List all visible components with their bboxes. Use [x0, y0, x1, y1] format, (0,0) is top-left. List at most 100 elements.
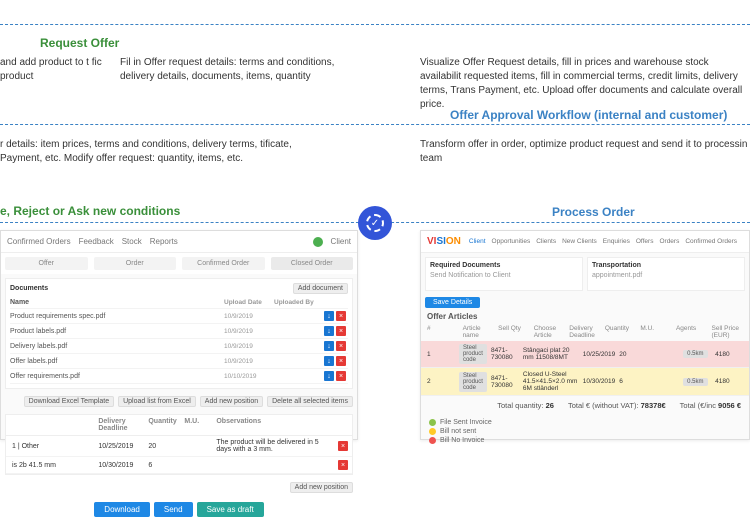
desc-transform: Transform offer in order, optimize produ…: [420, 138, 750, 166]
total-novat-label: Total € (without VAT):: [568, 401, 639, 410]
nav-stock[interactable]: Stock: [122, 237, 142, 246]
table-row: Product labels.pdf10/9/2019↓×: [10, 324, 348, 339]
cell: The product will be delivered in 5 days …: [214, 438, 336, 454]
table-row: Product requirements spec.pdf10/9/2019↓×: [10, 309, 348, 324]
cell: [182, 445, 214, 447]
section-title-approve-reject: e, Reject or Ask new conditions: [0, 204, 180, 218]
add-document-button[interactable]: Add document: [293, 283, 348, 294]
toolbar-button[interactable]: Download Excel Template: [24, 396, 114, 407]
download-icon[interactable]: ↓: [324, 326, 334, 336]
table-row: Delivery labels.pdf10/9/2019↓×: [10, 339, 348, 354]
toolbar-button[interactable]: Add new position: [200, 396, 263, 407]
cell: 1: [427, 351, 455, 358]
cell: 0.5km: [683, 350, 711, 358]
delete-icon[interactable]: ×: [338, 460, 348, 470]
positions-table: Delivery Deadline Quantity M.U. Observat…: [5, 414, 353, 475]
nav-item[interactable]: Confirmed Orders: [685, 238, 737, 245]
col-blank: [10, 417, 96, 433]
cell: 1 | Other: [10, 442, 96, 451]
cell: 10/25/2019: [96, 442, 146, 451]
save-details-button[interactable]: Save Details: [425, 297, 480, 308]
transportation-card: Transportation appointment.pdf: [587, 257, 745, 291]
desc-details: r details: item prices, terms and condit…: [0, 138, 300, 166]
doc-date: 10/9/2019: [224, 358, 270, 365]
desc-offer-request: Fil in Offer request details: terms and …: [120, 56, 350, 84]
delete-icon[interactable]: ×: [336, 326, 346, 336]
col-upload-date: Upload Date: [224, 299, 270, 306]
cell: 6: [619, 378, 647, 385]
legend-item: File Sent Invoice: [440, 419, 492, 426]
card-title: Required Documents: [430, 262, 500, 269]
nav-item[interactable]: Enquiries: [603, 238, 630, 245]
nav-item[interactable]: Offers: [636, 238, 654, 245]
nav-confirmed-orders[interactable]: Confirmed Orders: [7, 237, 71, 246]
cell: 10/25/2019: [583, 351, 616, 358]
dot-yellow-icon: [429, 428, 436, 435]
delete-icon[interactable]: ×: [336, 356, 346, 366]
doc-name: Offer requirements.pdf: [10, 373, 220, 380]
tab-offer[interactable]: Offer: [5, 257, 88, 270]
cell: 20: [146, 442, 182, 451]
cell: Steel product code: [459, 344, 487, 364]
legend: File Sent Invoice Bill not sent Bill No …: [421, 415, 749, 450]
screenshot-process-order: VISION ClientOpportunitiesClientsNew Cli…: [420, 230, 750, 440]
delete-icon[interactable]: ×: [338, 441, 348, 451]
client-label[interactable]: Client: [331, 237, 351, 246]
desc-add-product: and add product to t fic product: [0, 56, 105, 84]
cell: 20: [619, 351, 647, 358]
col-header: Article name: [463, 325, 495, 339]
toolbar-button[interactable]: Delete all selected items: [267, 396, 353, 407]
col-uploaded-by: Uploaded By: [274, 299, 320, 306]
tab-closed-order[interactable]: Closed Order: [271, 257, 354, 270]
doc-name: Product labels.pdf: [10, 328, 220, 335]
nav-feedback[interactable]: Feedback: [79, 237, 114, 246]
download-icon[interactable]: ↓: [324, 371, 334, 381]
nav-reports[interactable]: Reports: [150, 237, 178, 246]
col-header: #: [427, 325, 459, 339]
send-button[interactable]: Send: [154, 502, 193, 517]
add-position-button[interactable]: Add new position: [290, 482, 353, 493]
cell: 0.5km: [683, 378, 711, 386]
article-row: 2Steel product code8471-730080Closed U-S…: [421, 368, 749, 396]
cell: 4180: [715, 378, 743, 385]
download-icon[interactable]: ↓: [324, 341, 334, 351]
cell: Steel product code: [459, 372, 487, 392]
status-dot-icon: [313, 237, 323, 247]
required-documents-card: Required Documents Send Notification to …: [425, 257, 583, 291]
delete-icon[interactable]: ×: [336, 311, 346, 321]
col-quantity: Quantity: [146, 417, 182, 433]
cell: 10/30/2019: [583, 378, 616, 385]
dot-red-icon: [429, 437, 436, 444]
cell: 2: [427, 378, 455, 385]
doc-name: Offer labels.pdf: [10, 358, 220, 365]
delete-icon[interactable]: ×: [336, 371, 346, 381]
download-icon[interactable]: ↓: [324, 356, 334, 366]
workflow-badge: ✓: [358, 206, 392, 240]
card-subtitle: Send Notification to Client: [430, 272, 578, 279]
cell: [182, 464, 214, 466]
nav-item[interactable]: New Clients: [562, 238, 597, 245]
col-header: Sell Qty: [498, 325, 530, 339]
delete-icon[interactable]: ×: [336, 341, 346, 351]
nav-item[interactable]: Orders: [659, 238, 679, 245]
save-draft-button[interactable]: Save as draft: [197, 502, 264, 517]
cell: Closed U-Steel 41.5×41.5×2.0 mm 6M stlän…: [523, 371, 579, 392]
col-observations: Observations: [214, 417, 336, 433]
nav-item[interactable]: Client: [469, 238, 486, 245]
col-header: M.U.: [640, 325, 672, 339]
tab-order[interactable]: Order: [94, 257, 177, 270]
cell: 8471-730080: [491, 347, 519, 361]
tab-confirmed-order[interactable]: Confirmed Order: [182, 257, 265, 270]
col-delivery-deadline: Delivery Deadline: [96, 417, 146, 433]
table-row: 1 | Other10/25/201920 The product will be…: [6, 436, 352, 457]
download-icon[interactable]: ↓: [324, 311, 334, 321]
download-button[interactable]: Download: [94, 502, 150, 517]
table-row: Offer requirements.pdf10/10/2019↓×: [10, 369, 348, 384]
nav-item[interactable]: Opportunities: [492, 238, 531, 245]
doc-name: Product requirements spec.pdf: [10, 313, 220, 320]
toolbar-button[interactable]: Upload list from Excel: [118, 396, 196, 407]
nav-item[interactable]: Clients: [536, 238, 556, 245]
col-header: Agents: [676, 325, 708, 339]
screenshot-approve-reject: Confirmed Orders Feedback Stock Reports …: [0, 230, 358, 440]
offer-articles-title: Offer Articles: [421, 310, 749, 323]
